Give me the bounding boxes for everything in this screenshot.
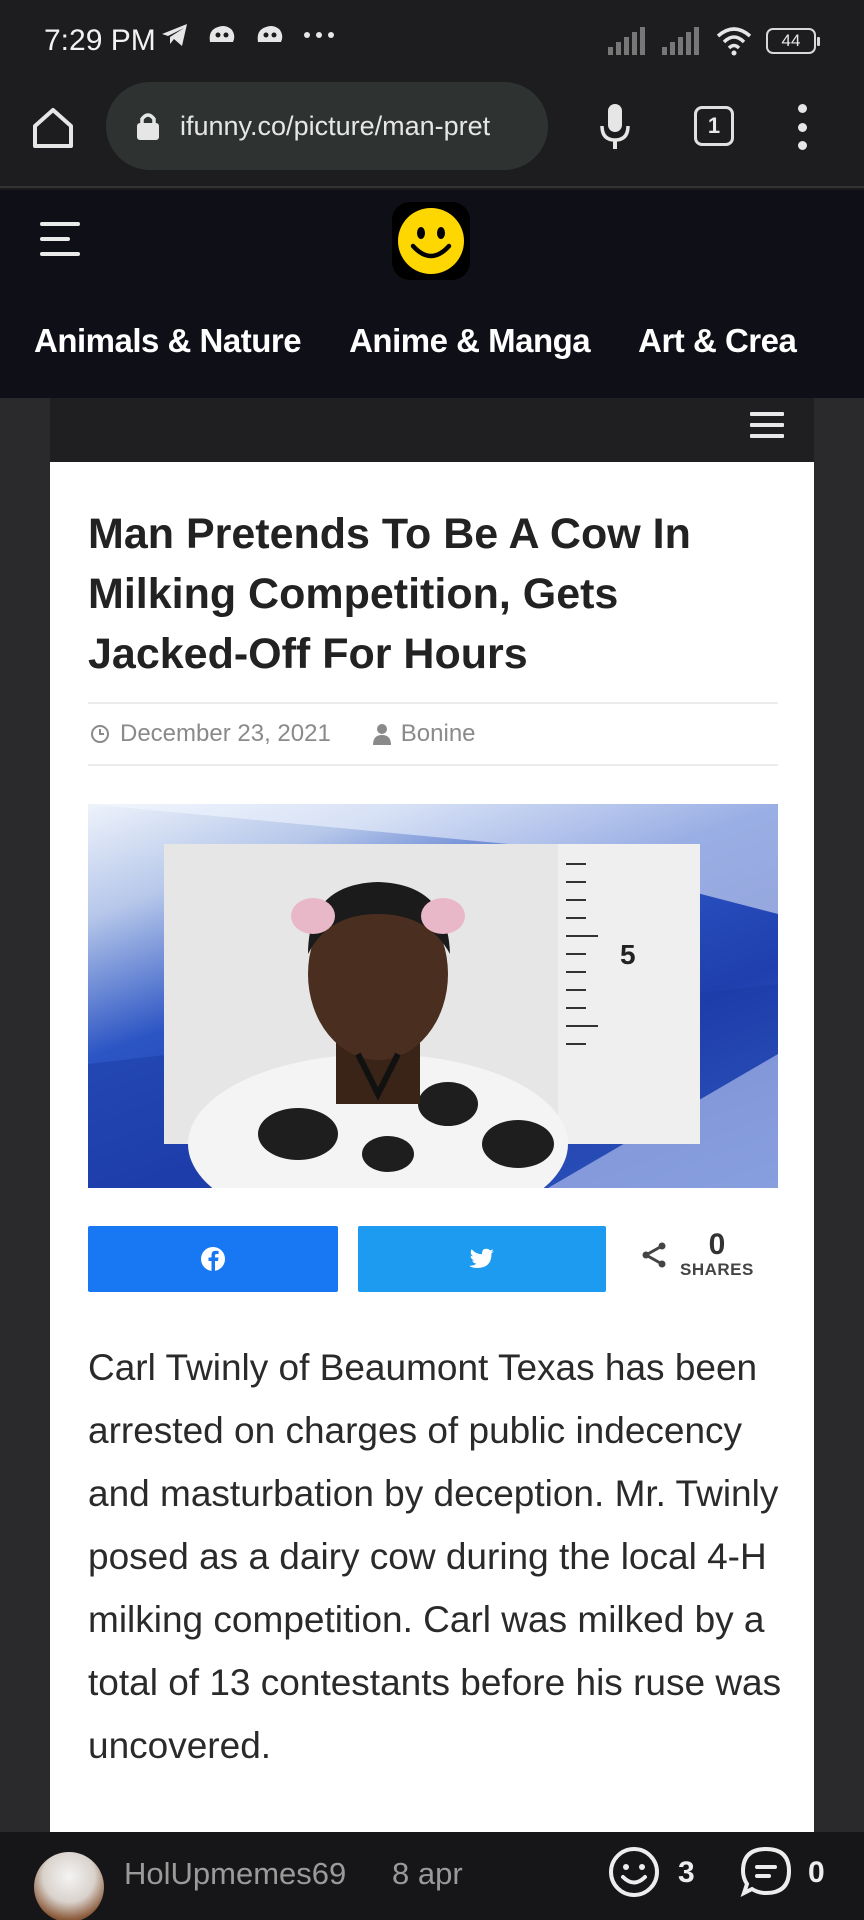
article-author: Bonine [400, 720, 476, 747]
article-date: December 23, 2021 [120, 720, 331, 747]
user-icon [372, 724, 391, 745]
article-body: Carl Twinly of Beaumont Texas has been a… [88, 1347, 782, 1766]
url-text: ifunny.co/picture/man-pret [180, 110, 491, 141]
wifi-icon [716, 27, 752, 56]
embedded-site-header [50, 398, 814, 462]
post-date: 8 apr [392, 1856, 463, 1891]
twitter-share-button[interactable] [358, 1226, 606, 1292]
share-count-block: 0 SHARES [680, 1230, 754, 1280]
category-anime-manga[interactable]: Anime & Manga [349, 322, 591, 360]
embedded-menu-icon [750, 412, 784, 438]
menu-line [750, 434, 784, 438]
share-count-label: SHARES [680, 1260, 754, 1279]
article-photo: 5 [88, 804, 778, 1188]
divider [88, 764, 778, 766]
clock-icon [91, 725, 109, 743]
menu-line [750, 412, 784, 416]
lock-icon [137, 113, 159, 140]
site-logo[interactable] [392, 202, 470, 280]
share-counter: 0 SHARES [640, 1230, 754, 1280]
signal-icon [662, 27, 699, 55]
menu-dot [797, 104, 807, 113]
notification-icons [160, 22, 336, 48]
facebook-icon [201, 1247, 225, 1272]
microphone-icon[interactable] [598, 102, 632, 152]
menu-line [40, 237, 70, 241]
signal-icon [608, 27, 645, 55]
browser-toolbar: ifunny.co/picture/man-pret 1 [0, 82, 864, 188]
twitter-icon [469, 1248, 494, 1268]
battery-indicator: 44 [766, 28, 820, 54]
article-headline: Man Pretends To Be A Cow In Milking Comp… [88, 510, 691, 678]
app-notification-icon [257, 26, 283, 42]
news-graphic: 5 [88, 804, 778, 1188]
category-nav: Animals & Nature Anime & Manga Art & Cre… [34, 322, 797, 360]
menu-dot [797, 141, 807, 150]
post-footer-bar: HolUpmemes69 8 apr 3 0 [0, 1832, 864, 1920]
category-animals-nature[interactable]: Animals & Nature [34, 322, 302, 360]
browser-menu-button[interactable] [793, 104, 811, 150]
article-screenshot[interactable]: Man Pretends To Be A Cow In Milking Comp… [50, 462, 814, 1832]
divider [88, 702, 778, 704]
article-meta: December 23, 2021 Bonine [90, 720, 476, 748]
user-avatar[interactable] [34, 1852, 104, 1920]
share-row: 0 SHARES [88, 1226, 778, 1296]
username[interactable]: HolUpmemes69 [124, 1856, 346, 1892]
site-menu-button[interactable] [40, 222, 82, 256]
share-icon [642, 1242, 666, 1268]
status-right: 44 [608, 26, 820, 56]
comment-icon[interactable] [740, 1846, 792, 1898]
menu-dot [797, 122, 807, 132]
smile-count: 3 [678, 1856, 695, 1889]
more-notifications-icon [304, 32, 334, 38]
tabs-button[interactable]: 1 [694, 106, 734, 146]
telegram-icon [162, 24, 187, 46]
share-count-number: 0 [708, 1228, 726, 1261]
address-bar[interactable]: ifunny.co/picture/man-pret [106, 82, 548, 170]
facebook-share-button[interactable] [88, 1226, 338, 1292]
menu-line [40, 222, 80, 226]
site-header: Animals & Nature Anime & Manga Art & Cre… [0, 190, 864, 398]
comment-count: 0 [808, 1856, 825, 1889]
smiley-logo-icon [398, 208, 464, 274]
category-art-creativity[interactable]: Art & Crea [638, 322, 797, 360]
status-bar: 7:29 PM 44 [0, 0, 864, 82]
home-icon[interactable] [30, 104, 76, 150]
smile-icon[interactable] [608, 1846, 660, 1898]
menu-line [40, 252, 80, 256]
app-notification-icon [209, 26, 235, 42]
mugshot-board-number: 5 [620, 939, 636, 970]
status-time: 7:29 PM [44, 24, 156, 57]
menu-line [750, 423, 784, 427]
